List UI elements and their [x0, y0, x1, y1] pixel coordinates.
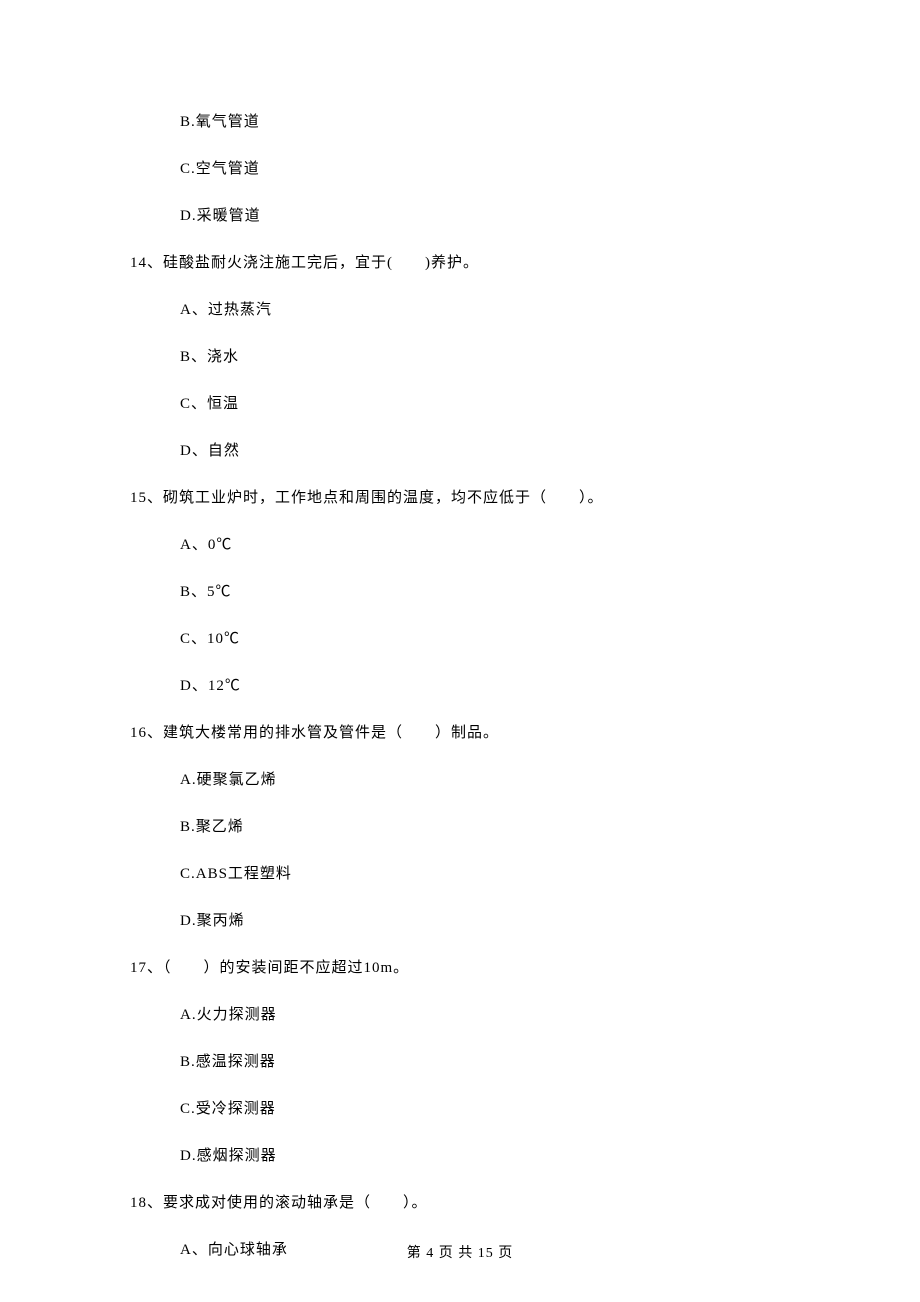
option-text: D.采暖管道: [180, 204, 790, 225]
question-stem: 17、（ ）的安装间距不应超过10m。: [130, 956, 790, 977]
option-text: A.火力探测器: [180, 1003, 790, 1024]
option-text: C.空气管道: [180, 157, 790, 178]
option-text: B、5℃: [180, 580, 790, 601]
option-text: D、12℃: [180, 674, 790, 695]
option-text: B.聚乙烯: [180, 815, 790, 836]
question-stem: 15、砌筑工业炉时，工作地点和周围的温度，均不应低于（ ）。: [130, 486, 790, 507]
option-text: A.硬聚氯乙烯: [180, 768, 790, 789]
option-text: C.受冷探测器: [180, 1097, 790, 1118]
question-stem: 14、硅酸盐耐火浇注施工完后，宜于( )养护。: [130, 251, 790, 272]
option-text: A、0℃: [180, 533, 790, 554]
page-content: B.氧气管道 C.空气管道 D.采暖管道 14、硅酸盐耐火浇注施工完后，宜于( …: [0, 0, 920, 1259]
option-text: C、恒温: [180, 392, 790, 413]
option-text: D.感烟探测器: [180, 1144, 790, 1165]
option-text: C.ABS工程塑料: [180, 862, 790, 883]
question-stem: 18、要求成对使用的滚动轴承是（ ）。: [130, 1191, 790, 1212]
question-stem: 16、建筑大楼常用的排水管及管件是（ ）制品。: [130, 721, 790, 742]
option-text: C、10℃: [180, 627, 790, 648]
option-text: B、浇水: [180, 345, 790, 366]
option-text: D.聚丙烯: [180, 909, 790, 930]
page-footer: 第 4 页 共 15 页: [0, 1242, 920, 1262]
option-text: B.感温探测器: [180, 1050, 790, 1071]
option-text: D、自然: [180, 439, 790, 460]
option-text: B.氧气管道: [180, 110, 790, 131]
option-text: A、过热蒸汽: [180, 298, 790, 319]
